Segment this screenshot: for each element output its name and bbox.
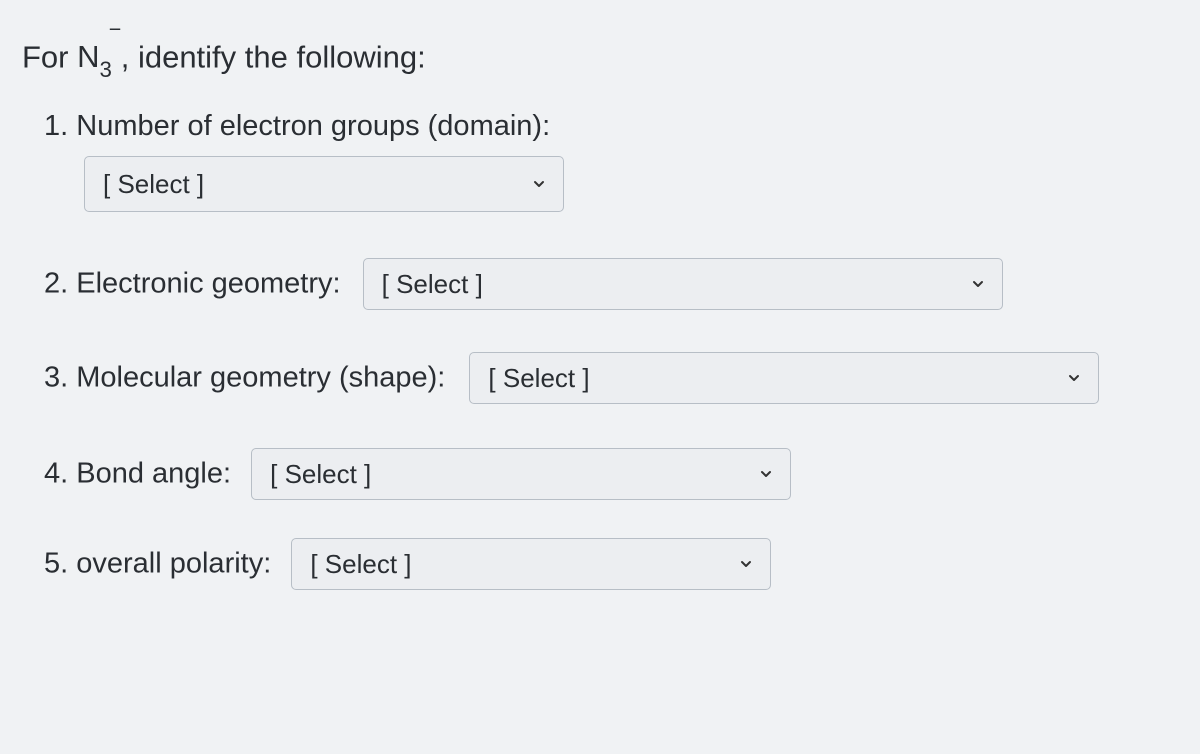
chevron-down-icon [531,176,547,192]
prompt-prefix: For [22,39,77,74]
chevron-down-icon [758,466,774,482]
formula-subscript: 3 [100,57,112,82]
select-overall-polarity[interactable]: [ Select ] [291,538,771,590]
prompt-suffix: , identify the following: [121,39,426,74]
quiz-container: For N3‾, identify the following: 1. Numb… [0,0,1200,610]
question-1: 1. Number of electron groups (domain): [20,109,1180,143]
question-3-label: Molecular geometry (shape): [76,362,445,394]
select-placeholder: [ Select ] [310,549,411,580]
question-2-number: 2. [44,268,68,300]
question-5: 5. overall polarity: [ Select ] [20,538,1180,590]
select-electron-groups[interactable]: [ Select ] [84,156,564,212]
question-5-label: overall polarity: [76,548,271,580]
question-1-label: Number of electron groups (domain): [76,109,550,141]
select-bond-angle[interactable]: [ Select ] [251,448,791,500]
question-2-label: Electronic geometry: [76,268,340,300]
chevron-down-icon [738,556,754,572]
question-2: 2. Electronic geometry: [ Select ] [20,258,1180,310]
question-3: 3. Molecular geometry (shape): [ Select … [20,352,1180,404]
chemical-formula: N3‾ [77,39,121,74]
select-placeholder: [ Select ] [103,169,204,200]
formula-superscript: ‾ [111,25,120,55]
select-placeholder: [ Select ] [270,459,371,490]
prompt-text: For N3‾, identify the following: [20,32,1180,81]
question-3-number: 3. [44,362,68,394]
chevron-down-icon [1066,370,1082,386]
select-placeholder: [ Select ] [382,269,483,300]
select-molecular-geometry[interactable]: [ Select ] [469,352,1099,404]
question-4-number: 4. [44,458,68,490]
question-4-label: Bond angle: [76,458,231,490]
question-4: 4. Bond angle: [ Select ] [20,448,1180,500]
select-placeholder: [ Select ] [488,363,589,394]
question-5-number: 5. [44,548,68,580]
select-electronic-geometry[interactable]: [ Select ] [363,258,1003,310]
formula-base: N [77,39,99,74]
question-1-number: 1. [44,109,68,141]
chevron-down-icon [970,276,986,292]
